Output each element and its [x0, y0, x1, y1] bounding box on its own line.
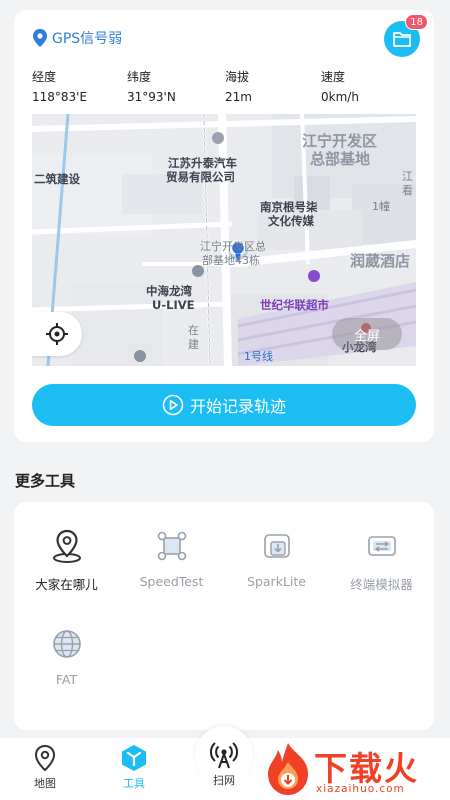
map-pin-icon: [34, 744, 56, 772]
gps-label: GPS信号弱: [52, 31, 123, 47]
stat-speed: 速度 0km/h: [321, 68, 359, 104]
cube-icon: [122, 745, 146, 771]
stat-value: 0km/h: [321, 90, 359, 104]
stat-key: 经度: [32, 70, 57, 84]
map-label: 润葳酒店: [350, 252, 411, 270]
globe-icon: [52, 630, 81, 658]
tool-label: SparkLite: [247, 574, 306, 589]
crosshair-icon: [46, 323, 68, 345]
gps-stats: 经度 118°83'E 纬度 31°93'N 海拔 21m 速度 0km/h: [32, 68, 432, 108]
folder-badge: 18: [405, 14, 428, 30]
stat-latitude: 纬度 31°93'N: [127, 68, 176, 104]
map-label: 总部基地: [310, 150, 371, 168]
stat-key: 速度: [321, 70, 346, 84]
tool-speedtest[interactable]: SpeedTest: [119, 528, 224, 608]
map-label: 中海龙湾: [146, 284, 192, 298]
map-label: 在: [188, 324, 199, 337]
map-view[interactable]: 江宁开发区 总部基地 江苏升泰汽车 贸易有限公司 二筑建设 南京根号柒 文化传媒…: [32, 114, 416, 366]
map-label: 1幢: [372, 200, 390, 213]
tools-card: 大家在哪儿 SpeedTest SparkLite 终端模拟器 FAT: [14, 502, 434, 730]
map-label: 南京根号柒: [260, 200, 318, 214]
location-card: GPS信号弱 18 经度 118°83'E 纬度 31°93'N 海拔 21m …: [14, 10, 434, 442]
stat-value: 118°83'E: [32, 90, 88, 104]
tab-tools[interactable]: 工具: [104, 744, 164, 791]
sparklite-icon: [263, 534, 290, 558]
terminal-sim-icon: [367, 536, 396, 556]
map-label: 建: [188, 338, 199, 351]
map-label: 贸易有限公司: [166, 170, 235, 184]
map-label: 江: [402, 170, 413, 183]
tool-label: 大家在哪儿: [35, 577, 98, 592]
location-ring-icon: [52, 529, 81, 563]
tool-fat[interactable]: FAT: [14, 626, 119, 706]
broadcast-tower-icon: [209, 742, 239, 769]
tool-terminal-sim[interactable]: 终端模拟器: [329, 528, 434, 608]
stat-value: 21m: [225, 90, 252, 104]
tab-map[interactable]: 地图: [15, 744, 75, 791]
stat-value: 31°93'N: [127, 90, 176, 104]
folder-button[interactable]: 18: [384, 14, 428, 57]
stat-altitude: 海拔 21m: [225, 68, 252, 104]
map-label: 1号线: [244, 350, 273, 363]
location-pin-icon: [33, 29, 47, 47]
stat-key: 海拔: [225, 70, 250, 84]
watermark-url: xiazaihuo.com: [316, 783, 405, 795]
tool-label: FAT: [55, 672, 78, 687]
flame-logo-icon: [268, 743, 308, 795]
map-label: 文化传媒: [268, 214, 314, 228]
map-label: 看: [402, 184, 413, 197]
map-label: 江宁开发区总: [200, 240, 266, 253]
start-record-button[interactable]: 开始记录轨迹: [32, 384, 416, 426]
section-title: 更多工具: [15, 472, 76, 490]
gps-status: GPS信号弱: [32, 28, 122, 48]
tab-label: 工具: [123, 777, 145, 790]
tab-label: 扫网: [213, 774, 235, 787]
play-circle-icon: [162, 394, 184, 416]
start-record-label: 开始记录轨迹: [189, 397, 286, 416]
speedtest-icon: [157, 531, 186, 561]
map-label: 部基地43栋: [202, 254, 260, 267]
tool-everyone-where[interactable]: 大家在哪儿: [14, 528, 119, 608]
watermark: 下载火 xiazaihuo.com: [262, 740, 448, 800]
map-label: U-LIVE: [152, 298, 195, 312]
fullscreen-button[interactable]: 全屏: [332, 318, 402, 350]
tool-sparklite[interactable]: SparkLite: [224, 528, 329, 608]
stat-longitude: 经度 118°83'E: [32, 68, 87, 104]
tool-label: SpeedTest: [139, 574, 204, 589]
map-label: 世纪华联超市: [260, 298, 329, 312]
locate-button[interactable]: [32, 312, 82, 356]
map-label: 江苏升泰汽车: [168, 156, 237, 170]
tool-label: 终端模拟器: [350, 577, 413, 592]
folder-icon: [393, 32, 411, 47]
tab-label: 地图: [34, 777, 56, 790]
map-label: 二筑建设: [34, 172, 80, 186]
stat-key: 纬度: [127, 70, 152, 84]
map-label: 江宁开发区: [302, 132, 378, 150]
